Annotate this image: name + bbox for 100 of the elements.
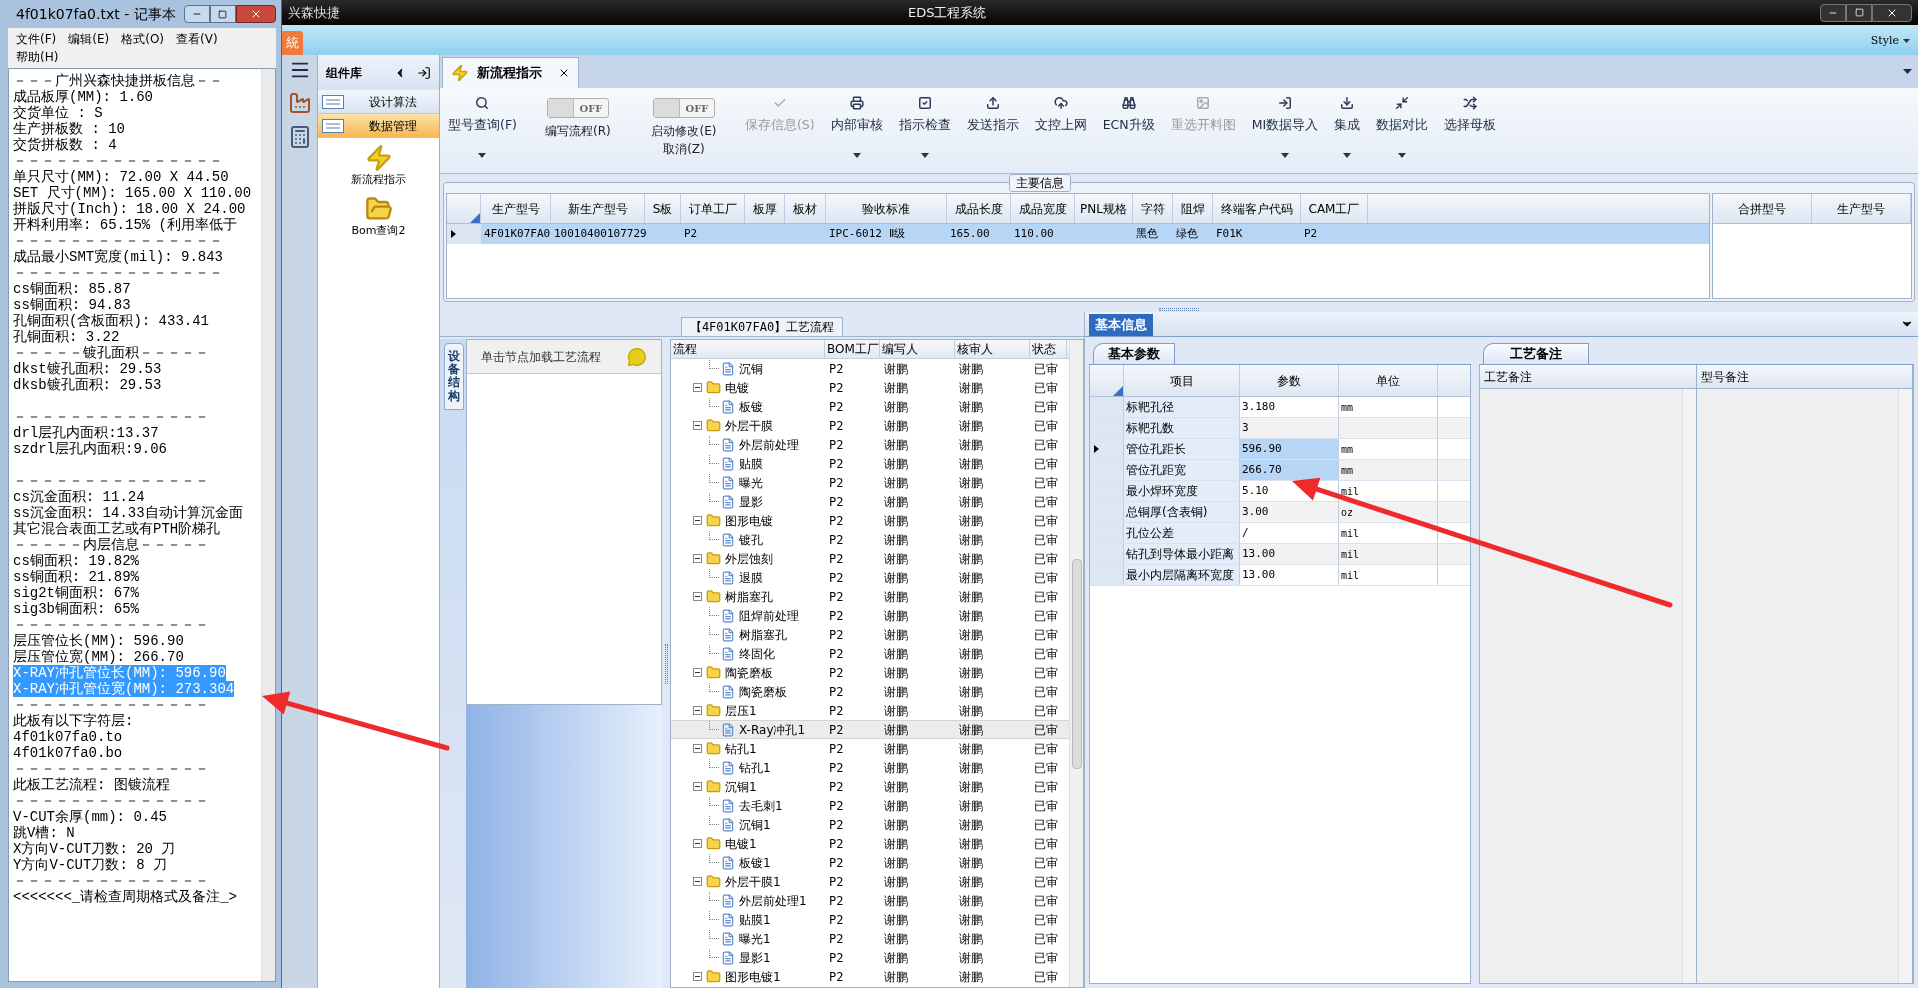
column-header[interactable]: CAM工厂 [1301, 194, 1368, 223]
tree-row[interactable]: 曝光1 P2 谢鹏 谢鹏 已审 [671, 929, 1069, 948]
column-header[interactable]: 单位 [1339, 365, 1438, 396]
toggle-switch[interactable]: OFF [652, 98, 715, 118]
tree-row[interactable]: 外层干膜1 P2 谢鹏 谢鹏 已审 [671, 872, 1069, 891]
collapse-toggle-icon[interactable] [693, 516, 702, 525]
factory-icon[interactable] [287, 91, 312, 115]
maximize-button[interactable] [209, 5, 236, 23]
dropdown-caret-icon[interactable] [1903, 69, 1912, 74]
column-header[interactable]: 新生产型号 [551, 194, 645, 223]
dropdown-caret-icon[interactable] [1280, 152, 1289, 158]
menu-item[interactable]: 文件(F) [16, 30, 57, 48]
toolbar-button[interactable]: 指示检查 [894, 94, 955, 168]
column-header[interactable]: 项目 [1124, 365, 1240, 396]
toolbar-button[interactable]: 选择母板 [1440, 94, 1501, 168]
menu-item[interactable]: 格式(O) [121, 30, 165, 48]
column-header[interactable]: 字符 [1133, 194, 1173, 223]
tree-row[interactable]: 钻孔1 P2 谢鹏 谢鹏 已审 [671, 739, 1069, 758]
tree-row[interactable]: 钻孔1 P2 谢鹏 谢鹏 已审 [671, 758, 1069, 777]
collapse-toggle-icon[interactable] [693, 383, 702, 392]
module-item[interactable]: Bom查询2 [318, 188, 439, 239]
close-button[interactable] [1872, 3, 1912, 22]
collapse-toggle-icon[interactable] [693, 668, 702, 677]
row-header[interactable] [1090, 439, 1124, 459]
tab[interactable]: 基本参数 [1093, 343, 1175, 364]
dropdown-caret-icon[interactable] [920, 152, 929, 158]
tree-row[interactable]: 图形电镀 P2 谢鹏 谢鹏 已审 [671, 511, 1069, 530]
toggle-switch[interactable]: OFF [546, 98, 609, 118]
column-header[interactable]: 生产型号 [1812, 194, 1911, 223]
splitter-handle[interactable] [664, 643, 668, 684]
tree-row[interactable]: 显影1 P2 谢鹏 谢鹏 已审 [671, 948, 1069, 967]
column-header[interactable]: 合拼型号 [1713, 194, 1812, 223]
tree-row[interactable]: 贴膜 P2 谢鹏 谢鹏 已审 [671, 454, 1069, 473]
scrollbar[interactable] [1069, 340, 1083, 987]
column-header[interactable]: 生产型号 [481, 194, 551, 223]
tree-row[interactable]: 退膜 P2 谢鹏 谢鹏 已审 [671, 568, 1069, 587]
tree-row[interactable]: 电镀1 P2 谢鹏 谢鹏 已审 [671, 834, 1069, 853]
minimize-button[interactable] [1820, 3, 1846, 22]
tree-row[interactable]: 沉铜1 P2 谢鹏 谢鹏 已审 [671, 777, 1069, 796]
collapse-toggle-icon[interactable] [693, 592, 702, 601]
menu-item[interactable]: 编辑(E) [68, 30, 110, 48]
dropdown-caret-icon[interactable] [1398, 152, 1407, 158]
tree-row[interactable]: 图形电镀1 P2 谢鹏 谢鹏 已审 [671, 967, 1069, 986]
column-header[interactable]: 验收标准 [826, 194, 947, 223]
collapse-toggle-icon[interactable] [693, 744, 702, 753]
toolbar-button[interactable]: 文控上网 [1030, 94, 1091, 168]
tree-row[interactable]: 沉铜1 P2 谢鹏 谢鹏 已审 [671, 815, 1069, 834]
dropdown-caret-icon[interactable] [1343, 152, 1352, 158]
maximize-button[interactable] [1846, 3, 1872, 22]
tree-row[interactable]: 电镀 P2 谢鹏 谢鹏 已审 [671, 378, 1069, 397]
dropdown-caret-icon[interactable] [478, 152, 487, 158]
style-menu[interactable]: Style [1870, 32, 1899, 49]
tree-row[interactable]: 外层前处理 P2 谢鹏 谢鹏 已审 [671, 435, 1069, 454]
tree-row[interactable]: 外层前处理1 P2 谢鹏 谢鹏 已审 [671, 891, 1069, 910]
tree-row[interactable]: 外层蚀刻 P2 谢鹏 谢鹏 已审 [671, 549, 1069, 568]
side-tab[interactable]: 设备结构 [444, 343, 464, 410]
column-header[interactable]: 状态 [1030, 340, 1067, 358]
tab[interactable]: 基本信息 [1089, 314, 1153, 336]
column-header[interactable]: 板材 [785, 194, 826, 223]
collapse-toggle-icon[interactable] [693, 706, 702, 715]
tree-row[interactable]: 贴膜1 P2 谢鹏 谢鹏 已审 [671, 910, 1069, 929]
column-header[interactable]: BOM工厂 [825, 340, 880, 358]
column-header[interactable]: 成品长度 [947, 194, 1011, 223]
tree-row[interactable]: 终固化 P2 谢鹏 谢鹏 已审 [671, 644, 1069, 663]
close-icon[interactable] [558, 67, 570, 79]
tree-row[interactable]: 板镀1 P2 谢鹏 谢鹏 已审 [671, 853, 1069, 872]
nav-group[interactable]: 数据管理 [318, 114, 439, 138]
toolbar-button[interactable]: 内部审核 [826, 94, 887, 168]
toolbar-button[interactable]: 数据对比 [1372, 94, 1433, 168]
tree-row[interactable]: 曝光 P2 谢鹏 谢鹏 已审 [671, 473, 1069, 492]
tree-row[interactable]: 外层干膜 P2 谢鹏 谢鹏 已审 [671, 416, 1069, 435]
menu-item[interactable]: 帮助(H) [16, 48, 59, 66]
column-header[interactable]: PNL规格 [1075, 194, 1133, 223]
collapse-toggle-icon[interactable] [693, 554, 702, 563]
collapse-toggle-icon[interactable] [693, 421, 702, 430]
column-header[interactable]: 订单工厂 [681, 194, 745, 223]
nav-group[interactable]: 设计算法 [318, 90, 439, 114]
column-header[interactable]: 编写人 [880, 340, 955, 358]
tree-row[interactable]: 镀孔 P2 谢鹏 谢鹏 已审 [671, 530, 1069, 549]
tree-row[interactable]: 沉铜 P2 谢鹏 谢鹏 已审 [671, 359, 1069, 378]
splitter-handle[interactable] [1159, 307, 1199, 311]
document-tab[interactable]: 新流程指示 [442, 57, 579, 88]
column-header[interactable]: S板 [645, 194, 681, 223]
tree-row[interactable]: X-Ray冲孔1 P2 谢鹏 谢鹏 已审 [671, 720, 1069, 739]
close-button[interactable] [235, 5, 276, 23]
toolbar-button[interactable]: 型号查询(F) [444, 94, 521, 168]
tree-row[interactable]: 板镀 P2 谢鹏 谢鹏 已审 [671, 397, 1069, 416]
tree-row[interactable]: 陶瓷磨板 P2 谢鹏 谢鹏 已审 [671, 663, 1069, 682]
menu-item[interactable]: 查看(V) [176, 30, 218, 48]
column-header[interactable]: 核审人 [955, 340, 1030, 358]
scrollbar[interactable] [261, 69, 275, 981]
toolbar-button[interactable]: 发送指示 [962, 94, 1023, 168]
collapse-toggle-icon[interactable] [693, 877, 702, 886]
column-header[interactable]: 参数 [1240, 365, 1339, 396]
toolbar-button[interactable]: MI数据导入 [1247, 94, 1323, 168]
minimize-button[interactable] [183, 5, 210, 23]
collapse-toggle-icon[interactable] [693, 972, 702, 981]
tree-row[interactable]: 阻焊前处理 P2 谢鹏 谢鹏 已审 [671, 606, 1069, 625]
table-row[interactable]: 4F01K07FA0 10010400107729 P2 IPC-6012 Ⅱ级 165.00 110.00 黑色 绿色 F01K P2 [447, 224, 1709, 244]
tree-row[interactable]: 树脂塞孔 P2 谢鹏 谢鹏 已审 [671, 587, 1069, 606]
